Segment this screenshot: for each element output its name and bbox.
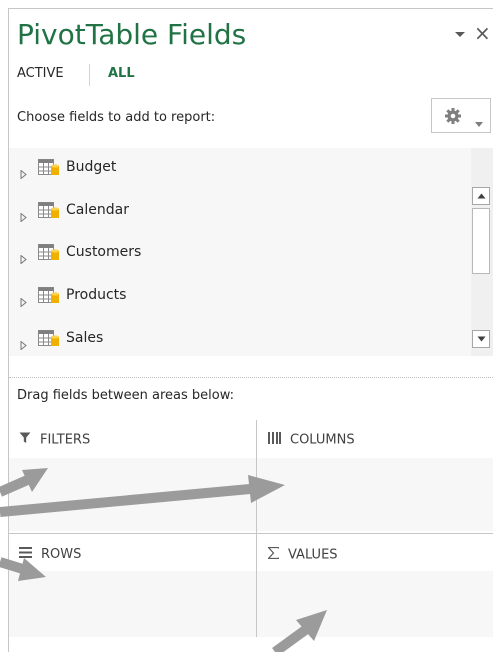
field-list-scrollbar[interactable] [471,148,493,356]
tab-divider [89,64,90,86]
field-item-calendar[interactable]: Calendar [9,195,471,225]
tab-active[interactable]: ACTIVE [17,66,64,81]
pivot-table-fields-pane: PivotTable Fields × ACTIVE ALL Choose fi… [0,0,493,652]
field-name: Calendar [66,202,129,218]
areas-divider [9,377,493,378]
areas-horizontal-divider [9,533,493,534]
sigma-icon [267,546,280,563]
pane-title: PivotTable Fields [17,18,247,51]
field-list: Budget Calendar Customers Products Sales [9,148,471,356]
field-item-customers[interactable]: Customers [9,237,471,267]
expand-triangle-icon[interactable] [20,292,27,311]
scroll-thumb[interactable] [472,208,490,274]
expand-triangle-icon[interactable] [20,207,27,226]
close-icon[interactable]: × [474,19,493,47]
filter-icon [19,432,31,448]
values-drop-zone[interactable] [257,571,493,637]
rows-drop-zone[interactable] [9,571,256,637]
table-icon [38,330,60,351]
tools-button[interactable] [431,98,491,133]
scroll-up-button[interactable] [472,187,490,205]
pane-options-chevron-icon[interactable] [452,29,468,41]
table-icon [38,159,60,180]
values-area-header: VALUES [267,546,338,563]
tab-all[interactable]: ALL [108,66,135,81]
table-icon [38,202,60,223]
gear-icon [444,107,462,125]
field-item-products[interactable]: Products [9,280,471,310]
field-item-sales[interactable]: Sales [9,323,471,353]
field-name: Products [66,287,127,303]
filters-area-header: FILTERS [19,432,90,448]
columns-drop-zone[interactable] [257,458,493,531]
rows-icon [19,547,32,562]
chevron-down-icon [474,113,484,132]
expand-triangle-icon[interactable] [20,335,27,354]
areas-vertical-divider [256,420,257,637]
table-icon [38,244,60,265]
field-name: Sales [66,330,104,346]
columns-area-header: COLUMNS [268,432,355,448]
table-icon [38,287,60,308]
rows-area-header: ROWS [19,547,81,562]
field-item-budget[interactable]: Budget [9,152,471,182]
choose-fields-label: Choose fields to add to report: [17,110,216,125]
columns-icon [268,432,281,448]
field-name: Budget [66,159,117,175]
scroll-down-button[interactable] [472,330,490,348]
pane-top-border [8,8,493,9]
expand-triangle-icon[interactable] [20,164,27,183]
drag-fields-label: Drag fields between areas below: [17,388,235,403]
expand-triangle-icon[interactable] [20,249,27,268]
field-name: Customers [66,244,142,260]
filters-drop-zone[interactable] [9,458,256,531]
